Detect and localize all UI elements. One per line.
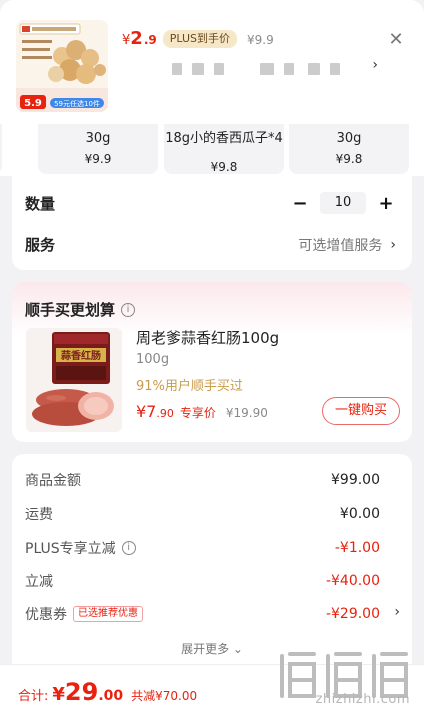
quantity-input[interactable]: 10 [320, 192, 366, 214]
coupon-tag: 已选推荐优惠 [73, 606, 143, 622]
breakdown-label: PLUS专享立减 [25, 541, 116, 557]
breakdown-label: 立减 [25, 574, 53, 590]
breakdown-value: ¥0.00 [339, 506, 380, 522]
watermark-text: zhizhizhi.com [315, 692, 410, 707]
upsell-title: 顺手买更划算 i [25, 299, 136, 320]
breakdown-label: 运费 [25, 507, 53, 523]
variant-price: ¥9.9 [84, 152, 112, 166]
price-decimal: .9 [143, 33, 157, 47]
service-value: 可选增值服务 [298, 237, 383, 254]
quantity-label: 数量 [25, 194, 56, 213]
thumb-badge-price: 5.9 [24, 98, 42, 109]
chevron-right-icon[interactable]: › [394, 604, 400, 620]
breakdown-label: 商品金额 [25, 473, 81, 489]
total-summary: 合计: ¥ 29 .00 共减¥70.00 [18, 678, 197, 706]
total-integer: 29 [64, 678, 99, 706]
variant-strip: 30g ¥9.9 18g小的香西瓜子*4 ¥9.8 30g ¥9.8 [0, 124, 424, 176]
original-price: ¥9.9 [246, 33, 274, 47]
currency-symbol: ¥ [122, 33, 131, 48]
upsell-price-dec: .90 [156, 407, 174, 420]
minus-button[interactable]: − [290, 193, 310, 214]
upsell-old-price: ¥19.90 [225, 406, 268, 420]
upsell-product-spec: 100g [136, 352, 170, 367]
upsell-price-tag: 专享价 [179, 406, 216, 420]
product-thumbnail[interactable]: 5.9 59元任选10件 [16, 20, 108, 112]
total-saved: 共减¥70.00 [131, 689, 198, 703]
coupon-row[interactable]: 优惠券 已选推荐优惠 -¥29.00 [25, 604, 380, 624]
variant-card-edge[interactable] [0, 124, 2, 174]
one-click-buy-button[interactable]: 一键购买 [322, 397, 400, 425]
quantity-row: 数量 − 10 + [25, 192, 396, 214]
breakdown-row: 立减 -¥40.00 [25, 571, 380, 591]
breakdown-label: 优惠券 [25, 607, 67, 623]
breakdown-row: 商品金额 ¥99.00 [25, 470, 380, 490]
chevron-right-icon: › [390, 236, 396, 253]
service-label: 服务 [25, 236, 56, 254]
plus-button[interactable]: + [376, 193, 396, 214]
close-icon[interactable]: ✕ [386, 30, 406, 50]
price-row: ¥ 2 .9 PLUS到手价 ¥9.9 [122, 28, 274, 49]
upsell-product-name[interactable]: 周老爹蒜香红肠100g [136, 327, 279, 348]
package-label: 蒜香红肠 [61, 349, 101, 362]
variant-card[interactable]: 30g ¥9.8 [289, 124, 409, 174]
plus-price-tag: PLUS到手价 [162, 29, 237, 48]
upsell-card: 顺手买更划算 i 蒜香红肠 周老爹蒜香红肠100g 100g 91%用户顺手买过… [12, 282, 412, 442]
breakdown-value: -¥1.00 [334, 540, 380, 556]
upsell-price-int: ¥7 [136, 402, 157, 421]
price-integer: 2 [130, 28, 143, 49]
total-currency: ¥ [52, 684, 65, 705]
breakdown-value: -¥29.00 [325, 606, 380, 622]
info-icon[interactable]: i [121, 541, 136, 555]
service-row[interactable]: 服务 可选增值服务 › [25, 234, 396, 255]
product-header: 5.9 59元任选10件 ¥ 2 .9 PLUS到手价 ¥9.9 ✕ › [0, 0, 424, 124]
quantity-service-card: 数量 − 10 + 服务 可选增值服务 › [12, 176, 412, 270]
variant-card[interactable]: 30g ¥9.9 [38, 124, 158, 174]
thumb-promo-text: 59元任选10件 [54, 99, 100, 108]
variant-price: ¥9.8 [210, 160, 238, 174]
redacted-selection-text [172, 63, 340, 75]
upsell-buy-rate: 91%用户顺手买过 [136, 379, 243, 394]
upsell-title-text: 顺手买更划算 [25, 301, 116, 319]
breakdown-value: -¥40.00 [325, 573, 380, 589]
price-breakdown: 商品金额 ¥99.00 运费 ¥0.00 PLUS专享立减 i -¥1.00 立减… [12, 454, 412, 664]
upsell-price-row: ¥7.90 专享价 ¥19.90 [136, 402, 268, 421]
chevron-right-icon[interactable]: › [372, 57, 378, 73]
total-label: 合计: [18, 689, 49, 704]
breakdown-row: 运费 ¥0.00 [25, 504, 380, 524]
breakdown-value: ¥99.00 [331, 472, 380, 488]
breakdown-row: PLUS专享立减 i -¥1.00 [25, 538, 380, 558]
total-decimal: .00 [98, 688, 124, 704]
info-icon[interactable]: i [121, 302, 136, 317]
variant-price: ¥9.8 [335, 152, 363, 166]
upsell-product-image[interactable]: 蒜香红肠 [26, 328, 122, 432]
variant-name: 18g小的香西瓜子*4 [165, 131, 283, 146]
quantity-stepper: − 10 + [290, 192, 396, 214]
variant-card[interactable]: 18g小的香西瓜子*4 ¥9.8 [164, 124, 284, 174]
